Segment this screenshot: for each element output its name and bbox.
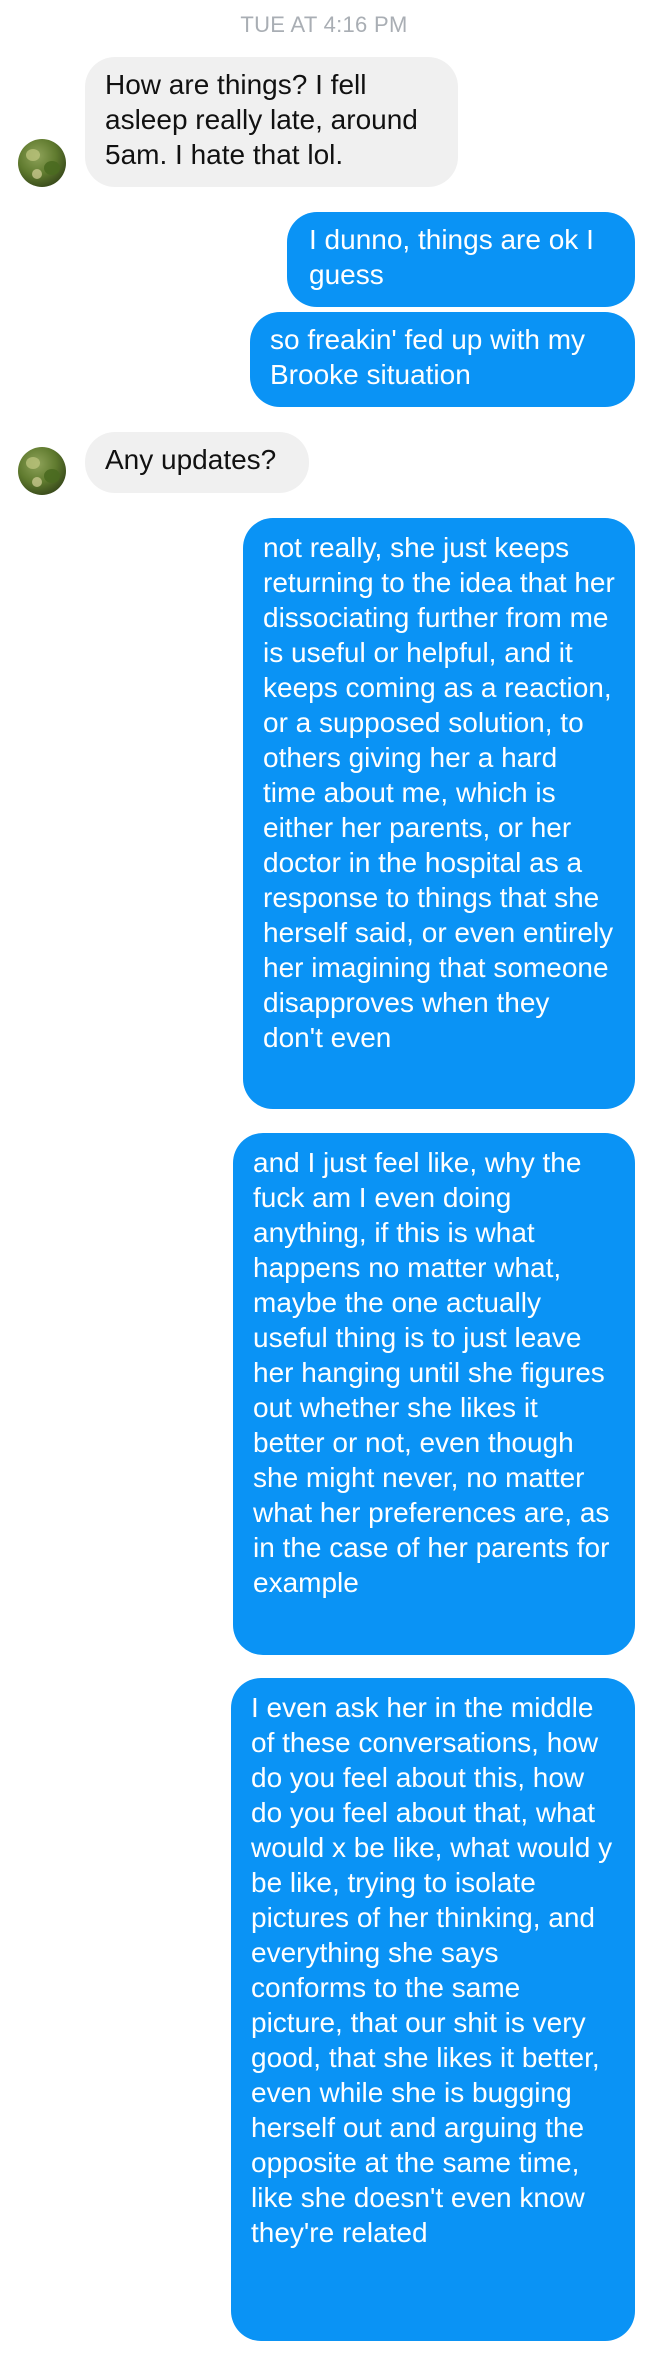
contact-avatar[interactable] [18, 447, 66, 495]
thread-timestamp: TUE AT 4:16 PM [240, 12, 408, 37]
message-text: so freakin' fed up with my Brooke situat… [270, 324, 586, 390]
message-text: Any updates? [105, 444, 277, 475]
incoming-message[interactable]: Any updates? [85, 432, 309, 493]
message-text: and I just feel like, why the fuck am I … [253, 1147, 610, 1598]
outgoing-message[interactable]: I dunno, things are ok I guess [287, 212, 635, 307]
outgoing-message[interactable]: and I just feel like, why the fuck am I … [233, 1133, 635, 1655]
contact-avatar[interactable] [18, 139, 66, 187]
message-text: How are things? I fell asleep really lat… [105, 69, 418, 170]
outgoing-message[interactable]: I even ask her in the middle of these co… [231, 1678, 635, 2341]
outgoing-message[interactable]: so freakin' fed up with my Brooke situat… [250, 312, 635, 407]
message-text: I even ask her in the middle of these co… [251, 1692, 613, 2248]
outgoing-message[interactable]: not really, she just keeps returning to … [243, 518, 635, 1109]
message-thread: TUE AT 4:16 PM How are things? I fell as… [0, 0, 648, 2359]
message-text: I dunno, things are ok I guess [309, 224, 594, 290]
incoming-message[interactable]: How are things? I fell asleep really lat… [85, 57, 458, 187]
message-text: not really, she just keeps returning to … [263, 532, 615, 1053]
